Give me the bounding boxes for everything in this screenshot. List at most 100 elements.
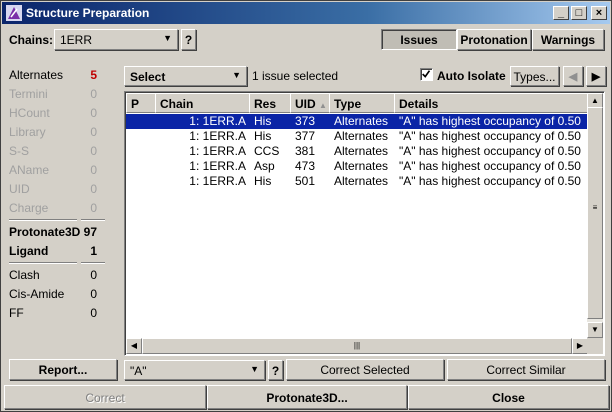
chevron-down-icon: ▼	[250, 364, 259, 374]
structure-preparation-window: Structure Preparation _ □ × Chains: 1ERR…	[0, 0, 612, 412]
table-row[interactable]: 1: 1ERR.A Asp 473 Alternates "A" has highest…	[126, 159, 587, 174]
cell-chain: 1: 1ERR.A	[189, 144, 246, 158]
table-row[interactable]: 1: 1ERR.A CCS 381 Alternates "A" has highest…	[126, 144, 587, 159]
select-value: Select	[130, 70, 166, 84]
category-count: 1	[90, 244, 97, 258]
window-title: Structure Preparation	[26, 6, 150, 20]
correct-selected-button[interactable]: Correct Selected	[286, 359, 444, 380]
tab-protonation[interactable]: Protonation	[457, 29, 531, 50]
issues-table: P Chain Res UID ▲ Type Details 1: 1ERR.A…	[124, 91, 605, 356]
app-icon	[6, 5, 22, 21]
correct-similar-button[interactable]: Correct Similar	[447, 359, 605, 380]
cell-details: "A" has highest occupancy of 0.50	[399, 129, 581, 143]
column-header-res[interactable]: Res	[249, 93, 291, 113]
category-count: 0	[90, 125, 97, 139]
category-name: S-S	[9, 144, 30, 158]
chevron-down-icon: ▼	[163, 33, 172, 43]
next-arrow-icon[interactable]: ▶	[586, 66, 606, 86]
tab-warnings[interactable]: Warnings	[532, 29, 604, 50]
category-hcount[interactable]: HCount 0	[9, 104, 105, 123]
protonate3d-button[interactable]: Protonate3D...	[207, 385, 407, 409]
table-row[interactable]: 1: 1ERR.A His 501 Alternates "A" has highest…	[126, 174, 587, 189]
correct-button[interactable]: Correct	[4, 385, 206, 409]
category-name: Library	[9, 125, 46, 139]
table-row[interactable]: 1: 1ERR.A His 377 Alternates "A" has highest…	[126, 129, 587, 144]
scroll-right-icon[interactable]: ▶	[572, 338, 588, 354]
category-ligand[interactable]: Ligand 1	[9, 242, 105, 261]
chains-dropdown[interactable]: 1ERR ▼	[54, 29, 178, 50]
close-window-button[interactable]: ×	[591, 6, 607, 20]
category-cis-amide[interactable]: Cis-Amide 0	[9, 285, 105, 304]
separator	[9, 219, 77, 221]
auto-isolate-label: Auto Isolate	[437, 69, 506, 83]
cell-details: "A" has highest occupancy of 0.50	[399, 114, 581, 128]
category-library[interactable]: Library 0	[9, 123, 105, 142]
selection-status: 1 issue selected	[252, 69, 339, 83]
table-row[interactable]: 1: 1ERR.A His 373 Alternates "A" has highest…	[126, 114, 587, 129]
cell-details: "A" has highest occupancy of 0.50	[399, 159, 581, 173]
column-header-uid[interactable]: UID ▲	[290, 93, 330, 113]
column-header-type[interactable]: Type	[329, 93, 395, 113]
chevron-down-icon: ▼	[232, 70, 241, 80]
category-count: 0	[90, 106, 97, 120]
tab-issues[interactable]: Issues	[381, 29, 457, 50]
cell-res: His	[254, 129, 272, 143]
column-header-chain[interactable]: Chain	[155, 93, 250, 113]
check-icon	[422, 70, 431, 78]
category-uid[interactable]: UID 0	[9, 180, 105, 199]
category-clash[interactable]: Clash 0	[9, 266, 105, 285]
cell-uid: 381	[295, 144, 316, 158]
category-name: Termini	[9, 87, 48, 101]
category-aname[interactable]: AName 0	[9, 161, 105, 180]
close-button[interactable]: Close	[408, 385, 609, 409]
category-count: 0	[90, 201, 97, 215]
cell-details: "A" has highest occupancy of 0.50	[399, 144, 581, 158]
types-button[interactable]: Types...	[510, 66, 559, 86]
vertical-scrollbar[interactable]: ▲ ≡ ▼	[587, 93, 603, 338]
category-name: Alternates	[9, 68, 64, 82]
title-bar[interactable]: Structure Preparation _ □ ×	[2, 2, 610, 24]
category-name: UID	[9, 182, 30, 196]
column-header-p[interactable]: P	[126, 93, 156, 113]
category-alternates[interactable]: Alternates 5	[9, 66, 105, 85]
category-name: Ligand	[9, 244, 49, 258]
cell-chain: 1: 1ERR.A	[189, 129, 246, 143]
cell-res: His	[254, 174, 272, 188]
category-count: 5	[90, 68, 97, 82]
cell-chain: 1: 1ERR.A	[189, 114, 246, 128]
category-name: HCount	[9, 106, 50, 120]
select-dropdown[interactable]: Select ▼	[124, 66, 247, 86]
report-button[interactable]: Report...	[9, 359, 117, 380]
scroll-down-icon[interactable]: ▼	[587, 322, 603, 338]
category-termini[interactable]: Termini 0	[9, 85, 105, 104]
category-protonate3d[interactable]: Protonate3D 97	[9, 223, 105, 242]
cell-chain: 1: 1ERR.A	[189, 174, 246, 188]
column-header-uid-label: UID	[295, 97, 316, 111]
category-name: FF	[9, 306, 24, 320]
scroll-thumb[interactable]: ≡	[587, 107, 603, 319]
horizontal-scrollbar[interactable]: ◀ ||| ▶	[126, 338, 588, 354]
cell-uid: 501	[295, 174, 316, 188]
maximize-button[interactable]: □	[571, 6, 587, 20]
minimize-button[interactable]: _	[553, 6, 569, 20]
category-count: 0	[90, 306, 97, 320]
auto-isolate-checkbox[interactable]	[420, 68, 433, 81]
category-charge[interactable]: Charge 0	[9, 199, 105, 218]
chains-help-button[interactable]: ?	[181, 29, 196, 50]
category-name: Clash	[9, 268, 40, 282]
chains-value: 1ERR	[60, 33, 93, 47]
category-ff[interactable]: FF 0	[9, 304, 105, 323]
horizontal-scroll-thumb[interactable]: |||	[142, 338, 572, 354]
alternate-dropdown[interactable]: "A" ▼	[124, 360, 265, 380]
category-name: AName	[9, 163, 50, 177]
previous-arrow-icon[interactable]: ◀	[563, 66, 583, 86]
cell-details: "A" has highest occupancy of 0.50	[399, 174, 581, 188]
column-header-details[interactable]: Details	[394, 93, 588, 113]
category-count: 0	[90, 182, 97, 196]
category-count: 0	[90, 87, 97, 101]
alternate-help-button[interactable]: ?	[268, 360, 283, 380]
category-count: 0	[90, 163, 97, 177]
category-name: Cis-Amide	[9, 287, 65, 301]
category-s-s[interactable]: S-S 0	[9, 142, 105, 161]
scroll-left-icon[interactable]: ◀	[126, 338, 142, 354]
